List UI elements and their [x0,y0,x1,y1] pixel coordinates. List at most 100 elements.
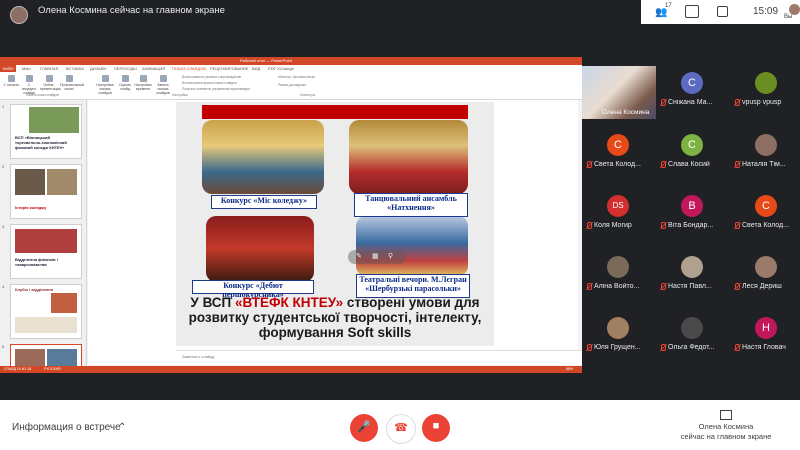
zoom-level[interactable]: 68% [566,367,573,371]
speaking-indicator-icon [590,110,598,115]
participant-name: Слава Косий [668,161,710,168]
hang-up-button[interactable]: ☎ [386,414,416,444]
ppt-tab-review[interactable]: РЕЦЕНЗИРОВАНИЕ [210,66,248,71]
mic-off-icon [659,98,668,107]
ppt-tab-slideshow[interactable]: ПОКАЗ СЛАЙДОВ [172,66,206,71]
presenting-line1: Олена Космина [698,422,754,431]
participant-tile[interactable]: В Віта Бондар... [656,189,728,235]
record-show-button[interactable]: Запись показа слайдов [154,75,172,95]
mic-off-icon [585,160,594,169]
participant-tile[interactable]: Н Настя Гловач [730,311,800,357]
ppt-tab-main[interactable]: Main [22,66,31,71]
activities-icon[interactable] [717,6,728,17]
presenter-video-tile[interactable]: Олена Космина [582,66,656,119]
slide-thumbnail[interactable]: ВСП «Вінницький торговельно-економічний … [10,104,82,159]
participant-name: vpusp vpusp [742,99,782,106]
participant-tile[interactable]: DS Коля Могир [582,189,654,235]
participant-tile[interactable]: vpusp vpusp [730,66,800,112]
avatar: Н [755,317,777,339]
ppt-tab-pdf[interactable]: PDF XChange [268,66,294,71]
from-start-button[interactable]: С начала [2,75,20,87]
caption-line: Танцювальний ансамбль [365,194,457,203]
participant-tile[interactable]: Наталія Тім... [730,128,800,174]
participant-name: Леся Дериш [742,283,782,290]
participant-tile[interactable]: Юля Грущен... [582,311,654,357]
avatar: С [607,134,629,156]
participant-tile[interactable]: Аліна Войто... [582,250,654,296]
ppt-tab-insert[interactable]: ВСТАВКА [66,66,84,71]
presenting-line2: сейчас на главном экране [680,432,772,441]
mic-toggle-button[interactable]: 🎤 [350,414,378,442]
play-current-icon [25,75,33,82]
slide-thumbnail[interactable]: Клубы і відділення [10,284,82,339]
participant-tile[interactable]: С Слава Косий [656,128,728,174]
photo-freshman-debut [206,216,314,282]
thumb-number: 2 [2,164,5,169]
participant-tile[interactable]: С Света Колод... [582,128,654,174]
thumb-number: 5 [2,344,5,349]
slide-counter: СЛАЙД 16 ИЗ 26 [4,367,32,371]
custom-show-button[interactable]: Произвольный показ [60,75,84,91]
participant-tile[interactable]: С Света Колод... [730,189,800,235]
participant-name: Коля Могир [594,222,632,229]
option-timings[interactable]: Использовать время показа слайдов [182,81,237,85]
thumb-title: Клубы і відділення [15,287,54,292]
ppt-tab-design[interactable]: ДИЗАЙН [90,66,106,71]
slide-thumbnail[interactable]: Історія коледжу [10,164,82,219]
participant-tile[interactable]: Настя Павл... [656,250,728,296]
presenting-notice: Олена Космина сейчас на главном экране [38,5,225,16]
monitor-select[interactable]: Монитор: Автоматически [278,75,315,79]
photo-miss-college [202,120,324,194]
caption-dance-ensemble: Танцювальний ансамбль «Натхнення» [354,193,468,217]
top-bar: Олена Космина сейчас на главном экране 👥… [0,0,800,50]
presenting-status[interactable]: Олена Космина сейчас на главном экране [676,410,776,442]
zoom-icon[interactable]: ⚲ [388,252,393,260]
slide-thumbnail[interactable]: Відділення фінансів і товарознавства [10,224,82,279]
presenter-view-option[interactable]: Режим докладчика [278,83,306,87]
mic-off-icon [585,282,594,291]
present-icon [720,410,732,420]
pen-icon[interactable]: ✎ [356,252,362,260]
grid-icon[interactable]: ▦ [372,252,379,260]
chat-icon[interactable] [685,5,699,18]
slide-canvas: Конкурс «Міс коледжу» Танцювальний ансам… [88,100,582,365]
body-highlight: «ВТЕФК КНТЕУ» [235,295,344,310]
caption-line: «Натхнення» [387,203,435,212]
thumb-title: Історія коледжу [15,205,47,210]
participant-tile[interactable]: Ольга Федот... [656,311,728,357]
ppt-tab-home[interactable]: ГЛАВНАЯ [40,66,58,71]
current-slide[interactable]: Конкурс «Міс коледжу» Танцювальний ансам… [176,102,494,346]
mic-off-icon [585,343,594,352]
hide-slide-button[interactable]: Скрыть слайд [116,75,134,91]
self-label: Вы [784,14,793,20]
online-present-button[interactable]: Online-презентация [40,75,61,91]
setup-show-button[interactable]: Настройка показа слайдов [96,75,114,95]
photo-theatre-evenings [356,216,468,276]
avatar: DS [607,195,629,217]
avatar [607,317,629,339]
slide-notes[interactable]: Заметки к слайду [176,350,582,365]
option-narrations[interactable]: Воспроизвести речевое сопровождение [182,75,241,79]
group-setup: Настройка [172,93,188,97]
ppt-file-tab[interactable]: ФАЙЛ [0,65,16,72]
camera-toggle-button[interactable]: ■ [422,414,450,442]
rehearse-timings-button[interactable]: Настройка времени [134,75,152,91]
thumb-title: ВСП «Вінницький торговельно-економічний … [15,135,67,150]
participant-tile[interactable]: Леся Дериш [730,250,800,296]
play-icon [7,75,15,82]
slideshow-mini-toolbar[interactable]: ✎ ▦ ⚲ [348,250,406,264]
ppt-tab-view[interactable]: ВИД [252,66,260,71]
from-current-button[interactable]: С текущего слайда [20,75,38,95]
ppt-tab-animation[interactable]: АНИМАЦИЯ [142,66,165,71]
chevron-up-icon[interactable]: ⌃ [118,422,126,433]
participant-tile[interactable]: С Сніжана Ма... [656,66,728,112]
option-media-controls[interactable]: Показать элементы управления мультимедиа [182,87,250,91]
hide-icon [121,75,129,82]
ppt-tab-transitions[interactable]: ПЕРЕХОДЫ [114,66,137,71]
photo-dance-ensemble [349,120,468,194]
meeting-info-button[interactable]: Информация о встрече [12,422,121,433]
mic-off-icon [733,160,742,169]
online-icon [45,75,53,82]
participant-name: Сніжана Ма... [668,99,713,106]
avatar [681,317,703,339]
